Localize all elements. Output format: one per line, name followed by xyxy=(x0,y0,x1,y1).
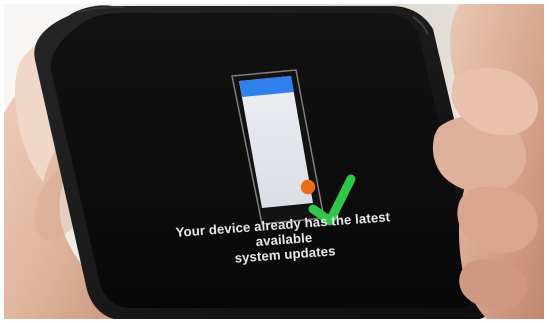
photo-scene: Your device already has the latest avail… xyxy=(0,0,548,323)
background-photo: Your device already has the latest avail… xyxy=(4,4,544,319)
photo-illustration xyxy=(4,4,544,319)
